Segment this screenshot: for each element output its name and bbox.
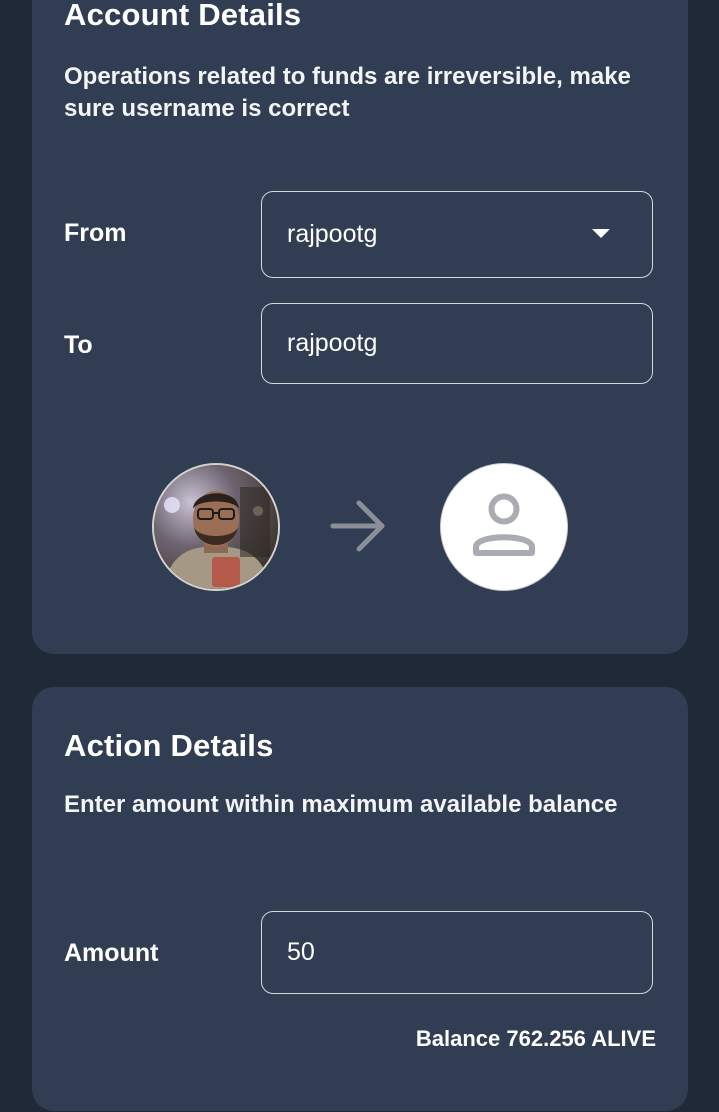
from-select-value: rajpootg (287, 220, 378, 248)
action-details-title: Action Details (64, 728, 274, 763)
amount-label: Amount (64, 939, 159, 967)
sender-avatar (152, 463, 280, 591)
action-details-description: Enter amount within maximum available ba… (64, 791, 618, 818)
from-label: From (64, 219, 127, 247)
recipient-avatar (440, 463, 568, 591)
to-input-value: rajpootg (287, 329, 378, 357)
account-details-title: Account Details (64, 0, 302, 32)
from-select[interactable]: rajpootg (261, 191, 653, 278)
balance-text: Balance 762.256 ALIVE (415, 1026, 656, 1051)
person-placeholder-icon (473, 493, 535, 556)
to-label: To (64, 331, 93, 359)
to-input[interactable]: rajpootg (261, 303, 653, 384)
chevron-down-icon[interactable] (592, 229, 610, 238)
account-details-description: Operations related to funds are irrevers… (64, 63, 631, 122)
action-details-card: Action Details Enter amount within maxim… (32, 687, 688, 1111)
amount-input-value: 50 (287, 938, 315, 966)
arrow-right-icon (330, 500, 385, 552)
amount-input[interactable]: 50 (261, 911, 653, 994)
page: Account Details Operations related to fu… (0, 0, 719, 1112)
account-details-card: Account Details Operations related to fu… (32, 0, 688, 654)
user-photo-icon (154, 465, 278, 589)
